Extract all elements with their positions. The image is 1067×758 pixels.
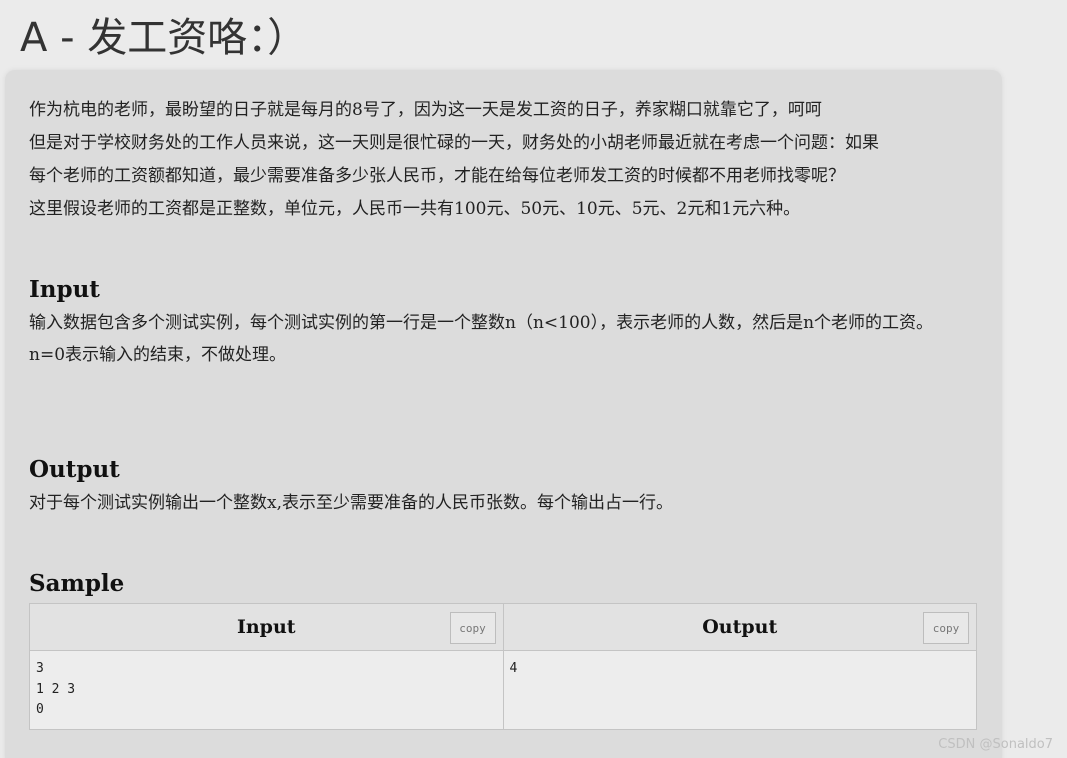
description-line: 这里假设老师的工资都是正整数，单位元，人民币一共有100元、50元、10元、5元…: [29, 199, 801, 219]
sample-output-text[interactable]: 4: [504, 651, 977, 688]
input-section-body: 输入数据包含多个测试实例，每个测试实例的第一行是一个整数n（n<100），表示老…: [29, 307, 979, 371]
input-section-line: n=0表示输入的结束，不做处理。: [29, 345, 287, 365]
watermark: CSDN @Sonaldo7: [938, 737, 1053, 752]
page-title: A - 发工资咯：）: [20, 15, 308, 61]
sample-table: Input copy Output copy 3 1 2 3 0 4: [29, 603, 977, 730]
sample-input-cell: 3 1 2 3 0: [29, 650, 504, 730]
description-line: 每个老师的工资额都知道，最少需要准备多少张人民币，才能在给每位老师发工资的时候都…: [29, 166, 845, 186]
sample-output-header: Output copy: [502, 603, 977, 651]
output-section-body: 对于每个测试实例输出一个整数x,表示至少需要准备的人民币张数。每个输出占一行。: [29, 487, 979, 519]
input-section-title: Input: [29, 276, 100, 303]
output-section-line: 对于每个测试实例输出一个整数x,表示至少需要准备的人民币张数。每个输出占一行。: [29, 493, 673, 513]
problem-description: 作为杭电的老师，最盼望的日子就是每月的8号了，因为这一天是发工资的日子，养家糊口…: [29, 94, 979, 226]
sample-section-title: Sample: [29, 570, 125, 597]
input-section-line: 输入数据包含多个测试实例，每个测试实例的第一行是一个整数n（n<100），表示老…: [29, 313, 934, 333]
sample-input-header: Input copy: [29, 603, 504, 651]
sample-header-row: Input copy Output copy: [29, 603, 977, 651]
sample-input-text[interactable]: 3 1 2 3 0: [30, 651, 503, 729]
sample-input-header-label: Input: [236, 616, 296, 638]
description-line: 作为杭电的老师，最盼望的日子就是每月的8号了，因为这一天是发工资的日子，养家糊口…: [29, 100, 822, 120]
copy-output-button[interactable]: copy: [923, 612, 969, 644]
sample-output-cell: 4: [502, 650, 977, 730]
description-line: 但是对于学校财务处的工作人员来说，这一天则是很忙碌的一天，财务处的小胡老师最近就…: [29, 133, 879, 153]
sample-body-row: 3 1 2 3 0 4: [29, 650, 977, 730]
sample-output-header-label: Output: [702, 616, 778, 638]
output-section-title: Output: [29, 456, 120, 483]
copy-input-button[interactable]: copy: [449, 612, 496, 644]
